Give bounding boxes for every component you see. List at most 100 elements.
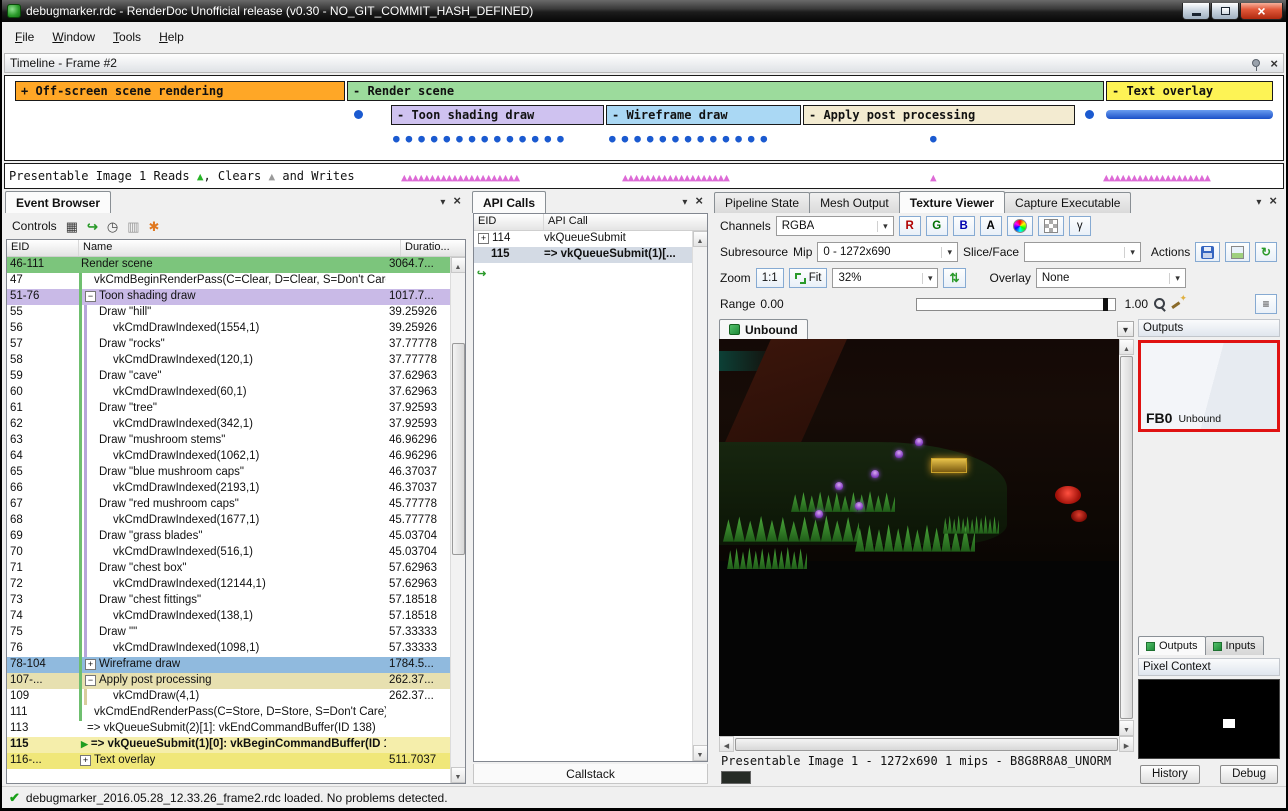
menu-help[interactable]: Help (150, 26, 193, 48)
goto-resource-button[interactable] (1255, 242, 1277, 262)
timeline-dot-group[interactable]: ●●●●●●●●●●●●●● (393, 134, 570, 144)
chevron-down-icon[interactable] (440, 194, 445, 208)
api-row[interactable]: +114vkQueueSubmit (474, 231, 692, 247)
timeline-block[interactable]: - Render scene (347, 81, 1104, 101)
debug-button[interactable]: Debug (1220, 765, 1278, 784)
scroll-down-icon[interactable] (693, 745, 708, 761)
timeline-dot[interactable] (1085, 110, 1094, 119)
panel-close-icon[interactable] (1269, 193, 1277, 208)
timeline-dot-group[interactable]: ● (930, 134, 943, 144)
event-row[interactable]: 68vkCmdDrawIndexed(1677,1)45.77778 (7, 513, 450, 529)
tab-unbound[interactable]: Unbound (719, 319, 808, 339)
chevron-down-icon[interactable] (682, 194, 687, 208)
event-row[interactable]: 47vkCmdBeginRenderPass(C=Clear, D=Clear,… (7, 273, 450, 289)
timeline-close-icon[interactable] (1270, 56, 1278, 71)
texture-canvas[interactable] (719, 339, 1119, 736)
api-row[interactable]: 115=> vkQueueSubmit(1)[... (474, 247, 692, 263)
expand-icon[interactable]: + (80, 755, 91, 766)
time-durations-icon[interactable] (107, 220, 118, 233)
event-row[interactable]: 69Draw "grass blades"45.03704 (7, 529, 450, 545)
expand-icon[interactable]: + (478, 233, 489, 244)
api-calls-scrollbar[interactable] (692, 231, 707, 761)
autofit-wand-icon[interactable] (1172, 297, 1186, 311)
scroll-up-icon[interactable] (693, 231, 708, 247)
find-icon[interactable] (66, 220, 78, 233)
zoom-1-1-button[interactable]: 1:1 (756, 268, 784, 288)
close-button[interactable] (1240, 3, 1283, 20)
column-eid[interactable]: EID (7, 240, 79, 256)
timeline-block[interactable]: - Apply post processing (803, 105, 1075, 125)
timeline-block[interactable]: + Off-screen scene rendering (15, 81, 345, 101)
red-channel-button[interactable]: R (899, 216, 921, 236)
zoom-fit-button[interactable]: Fit (789, 268, 828, 288)
panel-close-icon[interactable] (453, 193, 461, 208)
timeline-dot[interactable] (354, 110, 363, 119)
history-button[interactable]: History (1140, 765, 1200, 784)
timeline-titlebar[interactable]: Timeline - Frame #2 (4, 53, 1284, 73)
event-browser-scrollbar[interactable] (450, 257, 465, 783)
event-row[interactable]: 56vkCmdDrawIndexed(1554,1)39.25926 (7, 321, 450, 337)
bookmark-icon[interactable] (149, 220, 160, 233)
event-row[interactable]: 78-104+Wireframe draw1784.5... (7, 657, 450, 673)
event-row[interactable]: 57Draw "rocks"37.77778 (7, 337, 450, 353)
timeline-block[interactable]: - Toon shading draw (391, 105, 604, 125)
tab-capture-executable[interactable]: Capture Executable (1004, 192, 1131, 213)
column-duration[interactable]: Duratio... (401, 240, 465, 256)
event-row[interactable]: 59Draw "cave"37.62963 (7, 369, 450, 385)
slice-face-dropdown[interactable] (1024, 242, 1141, 262)
minimize-button[interactable] (1182, 3, 1210, 20)
event-row[interactable]: 73Draw "chest fittings"57.18518 (7, 593, 450, 609)
scroll-right-icon[interactable] (1119, 736, 1134, 752)
event-row[interactable]: 46-111Render scene3064.7... (7, 257, 450, 273)
scroll-down-icon[interactable] (1119, 720, 1134, 736)
color-wheel-button[interactable] (1007, 216, 1033, 236)
scroll-left-icon[interactable] (719, 736, 734, 752)
tab-event-browser[interactable]: Event Browser (5, 191, 111, 213)
scrollbar-thumb[interactable] (735, 738, 1118, 751)
event-row[interactable]: 60vkCmdDrawIndexed(60,1)37.62963 (7, 385, 450, 401)
tab-inputs[interactable]: Inputs (1205, 636, 1264, 655)
collapse-icon[interactable]: − (85, 675, 96, 686)
column-name[interactable]: Name (79, 240, 401, 256)
jump-to-event-icon[interactable] (87, 220, 98, 233)
event-row[interactable]: 107-...−Apply post processing262.37... (7, 673, 450, 689)
open-image-button[interactable] (1225, 242, 1250, 262)
range-slider[interactable] (916, 298, 1116, 311)
menu-file[interactable]: File (6, 26, 43, 48)
callstack-bar[interactable]: Callstack (473, 764, 708, 784)
statistics-icon[interactable] (127, 220, 139, 233)
mip-dropdown[interactable]: 0 - 1272x690 (817, 242, 958, 262)
timeline-bar[interactable] (1106, 110, 1273, 119)
event-row[interactable]: 58vkCmdDrawIndexed(120,1)37.77778 (7, 353, 450, 369)
event-row[interactable]: 63Draw "mushroom stems"46.96296 (7, 433, 450, 449)
event-row[interactable]: 67Draw "red mushroom caps"45.77778 (7, 497, 450, 513)
texture-horizontal-scrollbar[interactable] (719, 736, 1134, 752)
timeline-block[interactable]: - Wireframe draw (606, 105, 801, 125)
timeline-track[interactable]: + Off-screen scene rendering- Render sce… (4, 75, 1284, 161)
zoom-dropdown[interactable]: 32% (832, 268, 938, 288)
texture-tab-list-button[interactable] (1117, 321, 1134, 337)
tab-outputs[interactable]: Outputs (1138, 636, 1206, 655)
save-button[interactable] (1195, 242, 1220, 262)
event-row[interactable]: 109vkCmdDraw(4,1)262.37... (7, 689, 450, 705)
flip-y-button[interactable] (943, 268, 965, 288)
event-row[interactable]: 115▶=> vkQueueSubmit(1)[0]: vkBeginComma… (7, 737, 450, 753)
expand-icon[interactable]: + (85, 659, 96, 670)
event-row[interactable]: 113=> vkQueueSubmit(2)[1]: vkEndCommandB… (7, 721, 450, 737)
overlay-dropdown[interactable]: None (1036, 268, 1186, 288)
gamma-button[interactable]: γ (1069, 216, 1091, 236)
blue-channel-button[interactable]: B (953, 216, 975, 236)
texture-vertical-scrollbar[interactable] (1119, 339, 1134, 736)
panel-close-icon[interactable] (695, 193, 703, 208)
scrollbar-thumb[interactable] (452, 343, 465, 555)
event-row[interactable]: 111vkCmdEndRenderPass(C=Store, D=Store, … (7, 705, 450, 721)
column-eid[interactable]: EID (474, 214, 544, 230)
tab-mesh-output[interactable]: Mesh Output (809, 192, 900, 213)
event-row[interactable]: 75Draw ""57.33333 (7, 625, 450, 641)
pin-icon[interactable] (1252, 59, 1260, 67)
scroll-down-icon[interactable] (451, 767, 466, 783)
scroll-up-icon[interactable] (451, 257, 466, 273)
timeline-markers[interactable]: Presentable Image 1 Reads , Clears and W… (4, 163, 1284, 189)
range-slider-handle[interactable] (1103, 298, 1108, 311)
fb0-thumbnail[interactable]: FB0 Unbound (1138, 340, 1280, 432)
